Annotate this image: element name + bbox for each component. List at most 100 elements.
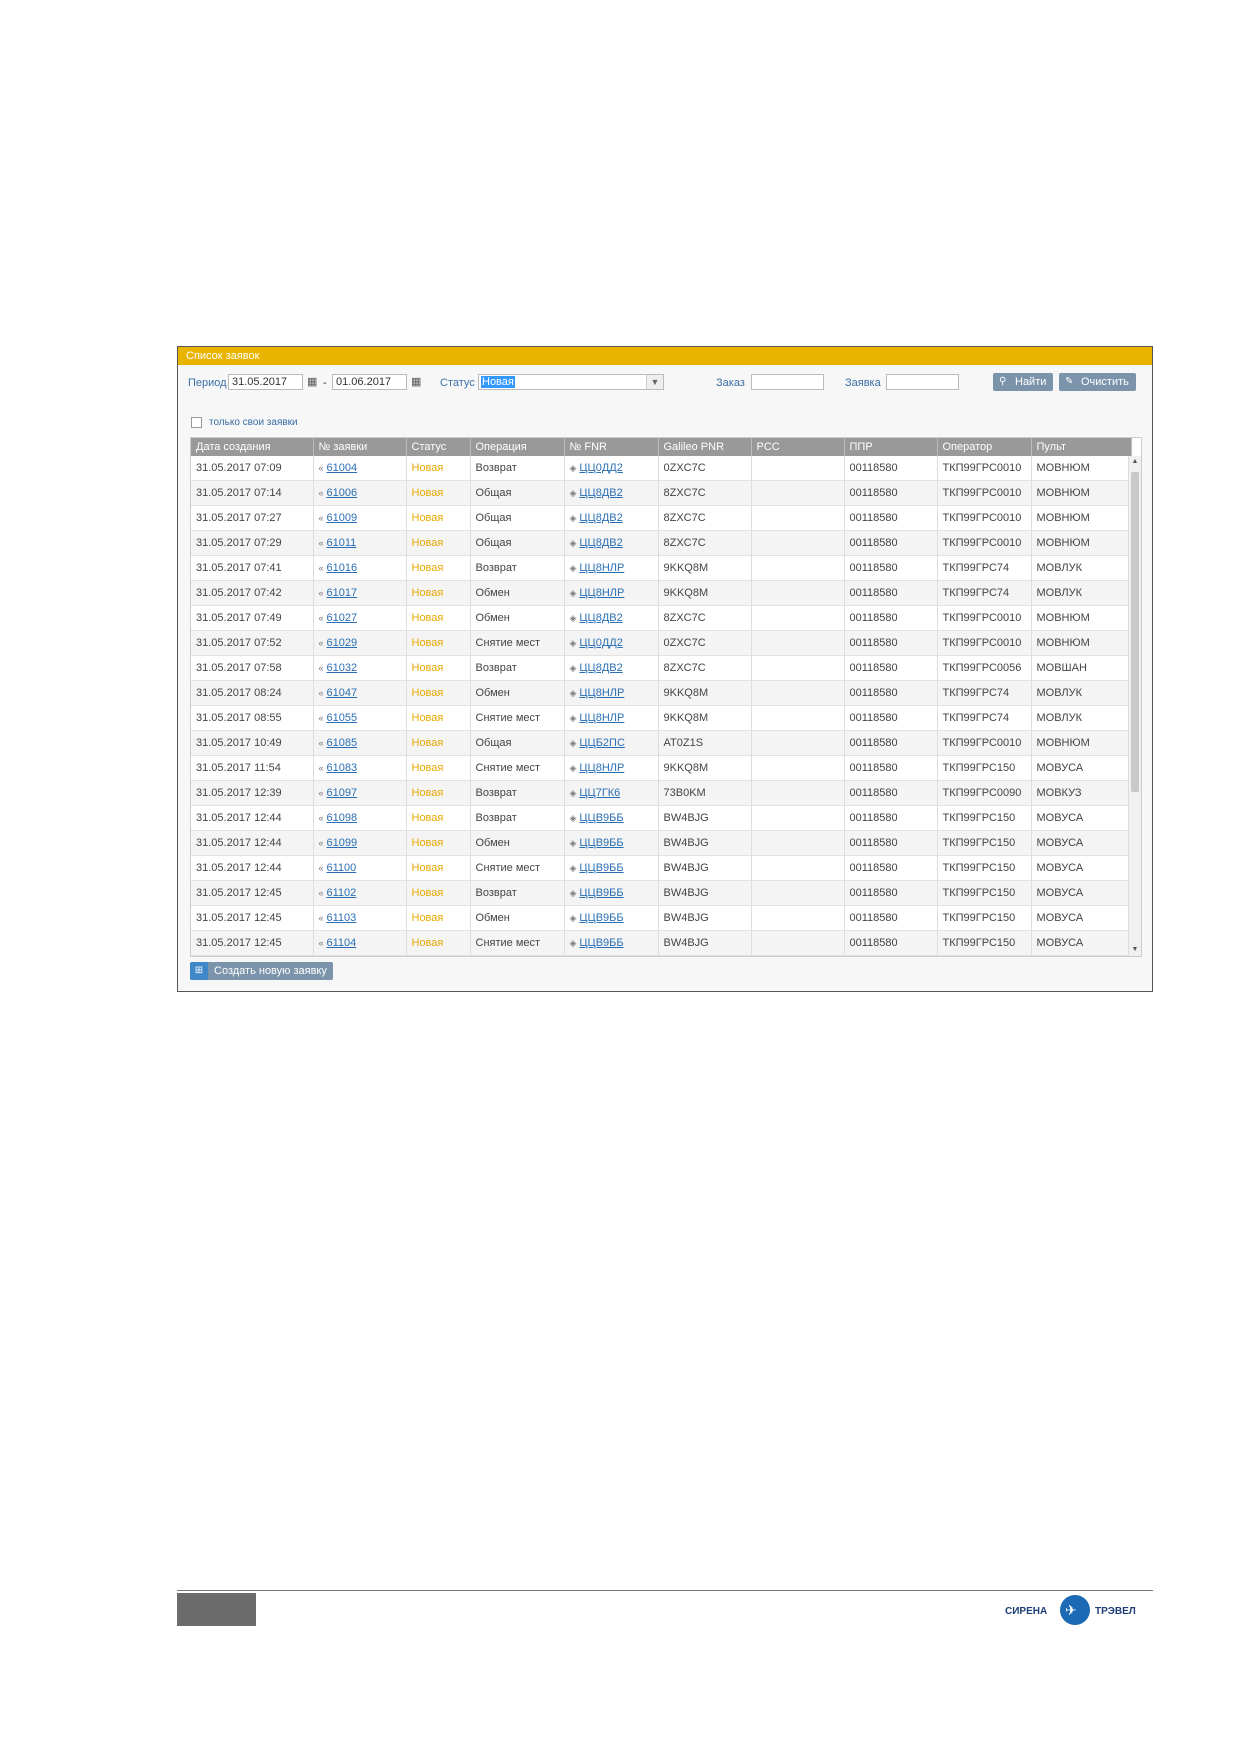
table-row[interactable]: 31.05.2017 12:45 «61104 Новая Снятие мест ◈ Ц…	[191, 930, 1132, 956]
request-number-link[interactable]: 61006	[327, 487, 358, 499]
request-number-link[interactable]: 61009	[327, 512, 358, 524]
table-row[interactable]: 31.05.2017 07:14 «61006 Новая Общая ◈ ЦЦ8ДВ2 8…	[191, 480, 1132, 506]
request-number-link[interactable]: 61099	[327, 837, 358, 849]
table-row[interactable]: 31.05.2017 07:27 «61009 Новая Общая ◈ ЦЦ8ДВ2 8…	[191, 505, 1132, 531]
arrow-right-icon: «	[318, 613, 324, 623]
request-number-link[interactable]: 61102	[327, 887, 357, 899]
request-number-link[interactable]: 61055	[327, 712, 358, 724]
only-mine-label[interactable]: только свои заявки	[209, 417, 298, 428]
arrow-right-icon: «	[318, 788, 324, 798]
request-number-link[interactable]: 61047	[327, 687, 358, 699]
request-number-link[interactable]: 61027	[327, 612, 358, 624]
table-cell: 31.05.2017 10:49	[191, 730, 314, 756]
column-header[interactable]: Статус	[406, 438, 471, 456]
fnr-link[interactable]: ЦЦВ9ББ	[579, 887, 623, 899]
table-row[interactable]: 31.05.2017 07:58 «61032 Новая Возврат ◈ ЦЦ8ДВ…	[191, 655, 1132, 681]
fnr-link[interactable]: ЦЦ8НЛР	[579, 712, 624, 724]
table-cell: Общая	[470, 730, 565, 756]
column-header[interactable]: Galileo PNR	[658, 438, 752, 456]
table-row[interactable]: 31.05.2017 07:49 «61027 Новая Обмен ◈ ЦЦ8ДВ2 8…	[191, 605, 1132, 631]
fnr-link[interactable]: ЦЦВ9ББ	[579, 837, 623, 849]
chevron-down-icon[interactable]: ▼	[646, 375, 663, 389]
table-cell: МОВУСА	[1031, 880, 1132, 906]
table-row[interactable]: 31.05.2017 12:44 «61098 Новая Возврат ◈ ЦЦВ9Б…	[191, 805, 1132, 831]
table-cell: 00118580	[844, 605, 938, 631]
request-number-link[interactable]: 61098	[327, 812, 358, 824]
date-to-input[interactable]	[332, 374, 407, 390]
only-mine-checkbox[interactable]	[191, 417, 202, 428]
table-row[interactable]: 31.05.2017 10:49 «61085 Новая Общая ◈ ЦЦБ2ПС A…	[191, 730, 1132, 756]
table-row[interactable]: 31.05.2017 07:41 «61016 Новая Возврат ◈ ЦЦ8НЛ…	[191, 555, 1132, 581]
column-header[interactable]: № FNR	[564, 438, 659, 456]
order-input[interactable]	[751, 374, 824, 390]
request-number-link[interactable]: 61011	[327, 537, 357, 549]
fnr-link[interactable]: ЦЦ0ДД2	[579, 462, 622, 474]
request-number-link[interactable]: 61085	[327, 737, 358, 749]
panel-title: Список заявок	[178, 347, 1152, 365]
fnr-link[interactable]: ЦЦ7ГК6	[579, 787, 620, 799]
fnr-link[interactable]: ЦЦ8НЛР	[579, 562, 624, 574]
table-cell: МОВЛУК	[1031, 580, 1132, 606]
table-cell: ТКП99ГРС74	[937, 580, 1032, 606]
request-number-link[interactable]: 61104	[327, 937, 357, 949]
table-row[interactable]: 31.05.2017 07:42 «61017 Новая Обмен ◈ ЦЦ8НЛР 9…	[191, 580, 1132, 606]
scroll-down-icon[interactable]: ▼	[1129, 944, 1141, 956]
table-row[interactable]: 31.05.2017 12:44 «61100 Новая Снятие мест ◈ Ц…	[191, 855, 1132, 881]
scroll-up-icon[interactable]: ▲	[1129, 456, 1141, 468]
column-header[interactable]: PCC	[751, 438, 845, 456]
table-row[interactable]: 31.05.2017 11:54 «61083 Новая Снятие мест ◈ Ц…	[191, 755, 1132, 781]
vertical-scrollbar[interactable]: ▲ ▼	[1128, 456, 1141, 956]
table-row[interactable]: 31.05.2017 07:29 «61011 Новая Общая ◈ ЦЦ8ДВ2 8…	[191, 530, 1132, 556]
fnr-link[interactable]: ЦЦ8ДВ2	[579, 612, 622, 624]
fnr-link[interactable]: ЦЦВ9ББ	[579, 937, 623, 949]
column-header[interactable]: Пульт	[1031, 438, 1132, 456]
column-header[interactable]: № заявки	[313, 438, 407, 456]
table-cell	[751, 755, 845, 781]
fnr-link[interactable]: ЦЦ8ДВ2	[579, 487, 622, 499]
request-number-link[interactable]: 61032	[327, 662, 358, 674]
table-row[interactable]: 31.05.2017 07:52 «61029 Новая Снятие мест ◈ Ц…	[191, 630, 1132, 656]
request-number-link[interactable]: 61016	[327, 562, 358, 574]
find-button[interactable]: ⚲ Найти	[993, 373, 1053, 391]
calendar-icon[interactable]: ▦	[411, 376, 423, 388]
table-row[interactable]: 31.05.2017 12:44 «61099 Новая Обмен ◈ ЦЦВ9ББ B…	[191, 830, 1132, 856]
request-number-link[interactable]: 61097	[327, 787, 358, 799]
request-number-link[interactable]: 61100	[327, 862, 357, 874]
clear-button[interactable]: ✎ Очистить	[1059, 373, 1136, 391]
request-number-link[interactable]: 61029	[327, 637, 358, 649]
fnr-link[interactable]: ЦЦ8НЛР	[579, 762, 624, 774]
create-request-button[interactable]: ⊞ Создать новую заявку	[190, 962, 333, 980]
fnr-link[interactable]: ЦЦ8ДВ2	[579, 512, 622, 524]
column-header[interactable]: Оператор	[937, 438, 1032, 456]
request-number-link[interactable]: 61083	[327, 762, 358, 774]
fnr-link[interactable]: ЦЦ8НЛР	[579, 687, 624, 699]
table-cell: Новая	[406, 580, 471, 606]
fnr-link[interactable]: ЦЦ8ДВ2	[579, 537, 622, 549]
fnr-link[interactable]: ЦЦВ9ББ	[579, 862, 623, 874]
request-number-link[interactable]: 61103	[327, 912, 357, 924]
table-row[interactable]: 31.05.2017 08:24 «61047 Новая Обмен ◈ ЦЦ8НЛР 9…	[191, 680, 1132, 706]
request-number-link[interactable]: 61004	[327, 462, 358, 474]
column-header[interactable]: ППР	[844, 438, 938, 456]
table-cell: ТКП99ГРС150	[937, 755, 1032, 781]
scrollbar-thumb[interactable]	[1131, 472, 1139, 792]
table-row[interactable]: 31.05.2017 12:39 «61097 Новая Возврат ◈ ЦЦ7ГК…	[191, 780, 1132, 806]
fnr-link[interactable]: ЦЦВ9ББ	[579, 812, 623, 824]
request-number-link[interactable]: 61017	[327, 587, 358, 599]
fnr-link[interactable]: ЦЦ0ДД2	[579, 637, 622, 649]
date-from-input[interactable]	[228, 374, 303, 390]
fnr-link[interactable]: ЦЦ8ДВ2	[579, 662, 622, 674]
table-row[interactable]: 31.05.2017 12:45 «61103 Новая Обмен ◈ ЦЦВ9ББ B…	[191, 905, 1132, 931]
column-header[interactable]: Дата создания	[191, 438, 314, 456]
calendar-icon[interactable]: ▦	[307, 376, 319, 388]
table-cell	[751, 930, 845, 956]
status-select[interactable]: Новая ▼	[478, 374, 664, 390]
request-input[interactable]	[886, 374, 959, 390]
fnr-link[interactable]: ЦЦВ9ББ	[579, 912, 623, 924]
fnr-link[interactable]: ЦЦ8НЛР	[579, 587, 624, 599]
table-row[interactable]: 31.05.2017 08:55 «61055 Новая Снятие мест ◈ Ц…	[191, 705, 1132, 731]
fnr-link[interactable]: ЦЦБ2ПС	[579, 737, 624, 749]
column-header[interactable]: Операция	[470, 438, 565, 456]
table-row[interactable]: 31.05.2017 07:09 «61004 Новая Возврат ◈ ЦЦ0ДД…	[191, 456, 1132, 481]
table-row[interactable]: 31.05.2017 12:45 «61102 Новая Возврат ◈ ЦЦВ9Б…	[191, 880, 1132, 906]
